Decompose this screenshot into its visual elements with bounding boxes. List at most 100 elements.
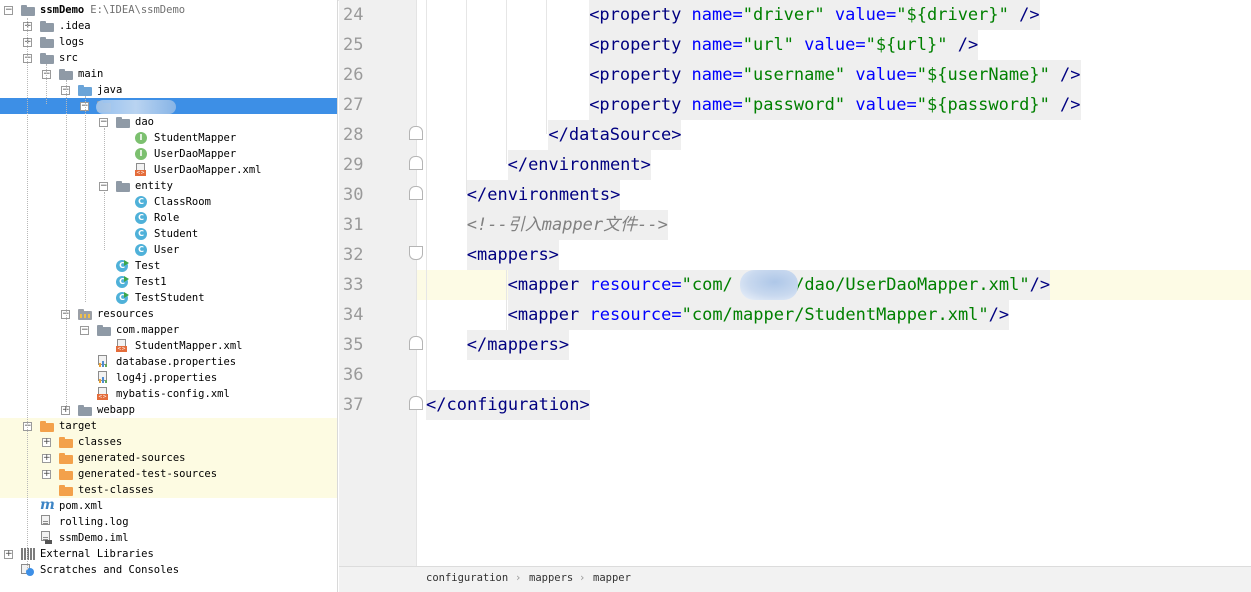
xml-attribute-value: "username" <box>742 65 846 85</box>
xml-attribute-value: "${url}" <box>865 35 948 55</box>
breadcrumb-item[interactable]: mappers <box>529 572 573 584</box>
expand-toggle-icon[interactable]: + <box>4 550 13 559</box>
xml-tag: <property <box>589 35 682 55</box>
xml-tag: /> <box>1029 275 1051 295</box>
tree-item-text: External Libraries <box>40 548 154 560</box>
fold-marker-icon[interactable] <box>409 156 423 170</box>
xml-tag: <mappers> <box>466 245 559 265</box>
code-line[interactable]: 24 <property name="driver" value="${drive… <box>0 0 1251 30</box>
expand-toggle-icon[interactable]: + <box>42 438 51 447</box>
line-number: 34 <box>343 305 364 325</box>
code-text: </mappers> <box>466 330 570 360</box>
tree-item-text: rolling.log <box>59 516 129 528</box>
fold-marker-icon[interactable] <box>409 186 423 200</box>
tree-item-label: ssmDemo.iml <box>59 530 129 546</box>
xml-attribute-name: value= <box>793 35 866 55</box>
code-text: </configuration> <box>426 390 590 420</box>
xml-attribute-value: "driver" <box>742 5 825 25</box>
xml-tag: <property <box>589 5 682 25</box>
text-file-icon <box>40 515 52 528</box>
xml-tag: </environments> <box>466 185 621 205</box>
code-line[interactable]: 27 <property name="password" value="${pas… <box>0 90 1251 120</box>
tree-row[interactable]: − target <box>0 418 337 434</box>
code-text: <property name="username" value="${userN… <box>589 60 1081 90</box>
breadcrumb-item[interactable]: mapper <box>593 572 631 584</box>
xml-attribute-name: name= <box>681 35 743 55</box>
code-line[interactable]: 35 </mappers> <box>0 330 1251 360</box>
line-number: 27 <box>343 95 364 115</box>
line-number: 24 <box>343 5 364 25</box>
expand-toggle-icon[interactable]: + <box>42 454 51 463</box>
redacted-path-segment <box>740 270 798 300</box>
tree-row[interactable]: ssmDemo.iml <box>0 530 337 546</box>
xml-attribute-value: "${userName}" <box>916 65 1050 85</box>
tree-item-label: External Libraries <box>40 546 154 562</box>
tree-item-text: pom.xml <box>59 500 104 512</box>
fold-marker-icon[interactable] <box>409 396 423 410</box>
tree-item-label: generated-sources <box>78 450 185 466</box>
code-line[interactable]: 29 </environment> <box>0 150 1251 180</box>
indent-guide <box>506 0 507 164</box>
fold-marker-icon[interactable] <box>409 246 423 260</box>
xml-attribute-value: "${password}" <box>916 95 1050 115</box>
line-number: 36 <box>343 365 364 385</box>
tree-row[interactable]: + generated-test-sources <box>0 466 337 482</box>
code-line[interactable]: 30 </environments> <box>0 180 1251 210</box>
indent-guide <box>546 0 547 134</box>
xml-tag: /> <box>947 35 979 55</box>
tree-item-text: generated-sources <box>78 452 186 464</box>
tree-row[interactable]: rolling.log <box>0 514 337 530</box>
xml-attribute-name: resource= <box>579 305 682 325</box>
code-line[interactable]: 37 </configuration> <box>0 390 1251 420</box>
breadcrumb-item[interactable]: configuration <box>426 572 508 584</box>
runnable-class-icon: C <box>116 276 129 288</box>
code-line[interactable]: 33 <mapper resource="com/ /dao/UserDaoMap… <box>343 270 1251 300</box>
tree-item-label: generated-test-sources <box>78 466 217 482</box>
expand-toggle-icon[interactable]: + <box>42 470 51 479</box>
tree-item-label: target <box>59 418 97 434</box>
xml-attribute-name: name= <box>681 5 743 25</box>
excluded-folder-icon <box>59 453 73 464</box>
tree-row[interactable]: + generated-sources <box>0 450 337 466</box>
code-text: <!--引入mapper文件--> <box>466 210 668 240</box>
xml-attribute-name: value= <box>824 5 897 25</box>
tree-item-text: test-classes <box>78 484 154 496</box>
tree-row[interactable]: Scratches and Consoles <box>0 562 337 578</box>
line-number: 33 <box>343 275 364 295</box>
code-line[interactable]: 26 <property name="username" value="${use… <box>0 60 1251 90</box>
tree-row[interactable]: test-classes <box>0 482 337 498</box>
tree-row[interactable]: m pom.xml <box>0 498 337 514</box>
tree-item-text: generated-test-sources <box>78 468 218 480</box>
tree-row[interactable]: C Test1 <box>0 274 337 290</box>
code-line[interactable]: 34 <mapper resource="com/mapper/StudentMa… <box>0 300 1251 330</box>
xml-tag: <property <box>589 95 682 115</box>
xml-attribute-value: "com/mapper/StudentMapper.xml" <box>681 305 989 325</box>
code-line[interactable]: 36 <box>0 360 1251 390</box>
indent-guide <box>466 0 467 194</box>
fold-marker-icon[interactable] <box>409 336 423 350</box>
line-number: 25 <box>343 35 364 55</box>
fold-marker-icon[interactable] <box>409 126 423 140</box>
code-text: <mapper resource="com/mapper/StudentMapp… <box>507 300 1010 330</box>
iml-file-icon <box>40 531 52 544</box>
code-line[interactable]: 28 </dataSource> <box>0 120 1251 150</box>
tree-item-text: Test1 <box>135 276 167 288</box>
xml-tag: </environment> <box>507 155 651 175</box>
xml-tag: /> <box>1008 5 1040 25</box>
tree-row[interactable]: + External Libraries <box>0 546 337 562</box>
xml-attribute-value: "${driver}" <box>896 5 1009 25</box>
code-line[interactable]: 32 <mappers> <box>0 240 1251 270</box>
code-text: <property name="url" value="${url}" /> <box>589 30 979 60</box>
xml-tag: /> <box>988 305 1010 325</box>
xml-tag: /> <box>1049 95 1081 115</box>
tree-item-label: test-classes <box>78 482 154 498</box>
tree-row[interactable]: + classes <box>0 434 337 450</box>
code-line[interactable]: 25 <property name="url" value="${url}" /> <box>0 30 1251 60</box>
indent-guide <box>506 270 507 330</box>
tree-item-label: classes <box>78 434 122 450</box>
xml-tag: </mappers> <box>466 335 570 355</box>
code-line[interactable]: 31 <!--引入mapper文件--> <box>0 210 1251 240</box>
line-number: 30 <box>343 185 364 205</box>
tree-item-label: rolling.log <box>59 514 129 530</box>
tree-item-text: target <box>59 420 97 432</box>
